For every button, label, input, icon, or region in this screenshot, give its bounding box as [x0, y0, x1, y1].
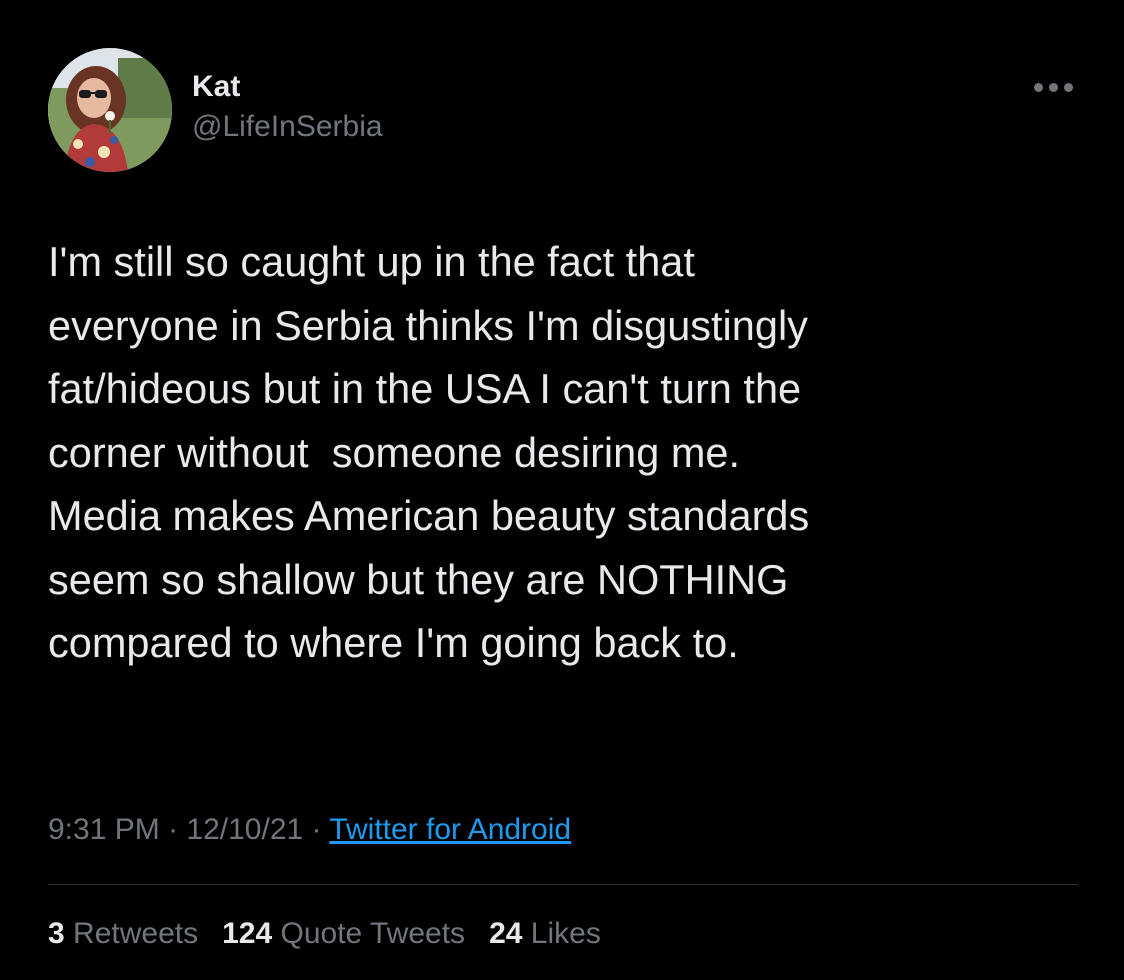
avatar[interactable]: [48, 48, 172, 172]
tweet-text-line: I'm still so caught up in the fact that: [48, 238, 695, 285]
author-names: Kat @LifeInSerbia: [192, 68, 383, 146]
retweets-stat[interactable]: 3 Retweets: [48, 914, 198, 954]
tweet-text-line: seem so shallow but they are NOTHING: [48, 555, 789, 603]
more-dot: [1049, 83, 1058, 92]
tweet-date[interactable]: 12/10/21: [186, 813, 303, 846]
avatar-image: [48, 48, 172, 172]
more-dot: [1064, 83, 1073, 92]
tweet-metadata: 9:31 PM · 12/10/21 · Twitter for Android: [48, 810, 571, 850]
likes-count: 24: [489, 917, 523, 950]
more-horizontal-icon[interactable]: [1034, 74, 1074, 96]
divider: [48, 884, 1078, 885]
tweet-text: I'm still so caught up in the fact that …: [48, 230, 1088, 675]
quote-tweets-count: 124: [222, 917, 273, 950]
retweets-label: Retweets: [73, 917, 199, 950]
meta-separator: ·: [159, 813, 187, 846]
more-dot: [1034, 83, 1043, 92]
meta-separator: ·: [303, 813, 330, 846]
tweet-header: Kat @LifeInSerbia: [48, 48, 1078, 172]
tweet-time[interactable]: 9:31 PM: [48, 813, 160, 846]
tweet-text-line: compared to where I'm going back to.: [48, 619, 739, 666]
engagement-stats: 3 Retweets 124 Quote Tweets 24 Likes: [48, 914, 625, 954]
quote-tweets-label: Quote Tweets: [280, 917, 466, 950]
display-name[interactable]: Kat: [192, 68, 383, 106]
tweet-text-line: everyone in Serbia thinks I'm disgusting…: [48, 301, 808, 349]
user-handle[interactable]: @LifeInSerbia: [192, 108, 383, 146]
tweet-detail: Kat @LifeInSerbia I'm still so caught up…: [0, 0, 1124, 980]
source-link[interactable]: Twitter for Android: [329, 813, 571, 846]
tweet-text-line: Media makes American beauty standards: [48, 492, 810, 539]
quote-tweets-stat[interactable]: 124 Quote Tweets: [222, 914, 465, 954]
likes-label: Likes: [530, 917, 601, 950]
tweet-text-line: fat/hideous but in the USA I can't turn …: [48, 365, 802, 412]
tweet-text-line: corner without someone desiring me.: [48, 428, 741, 476]
likes-stat[interactable]: 24 Likes: [489, 914, 601, 954]
retweets-count: 3: [48, 917, 65, 950]
